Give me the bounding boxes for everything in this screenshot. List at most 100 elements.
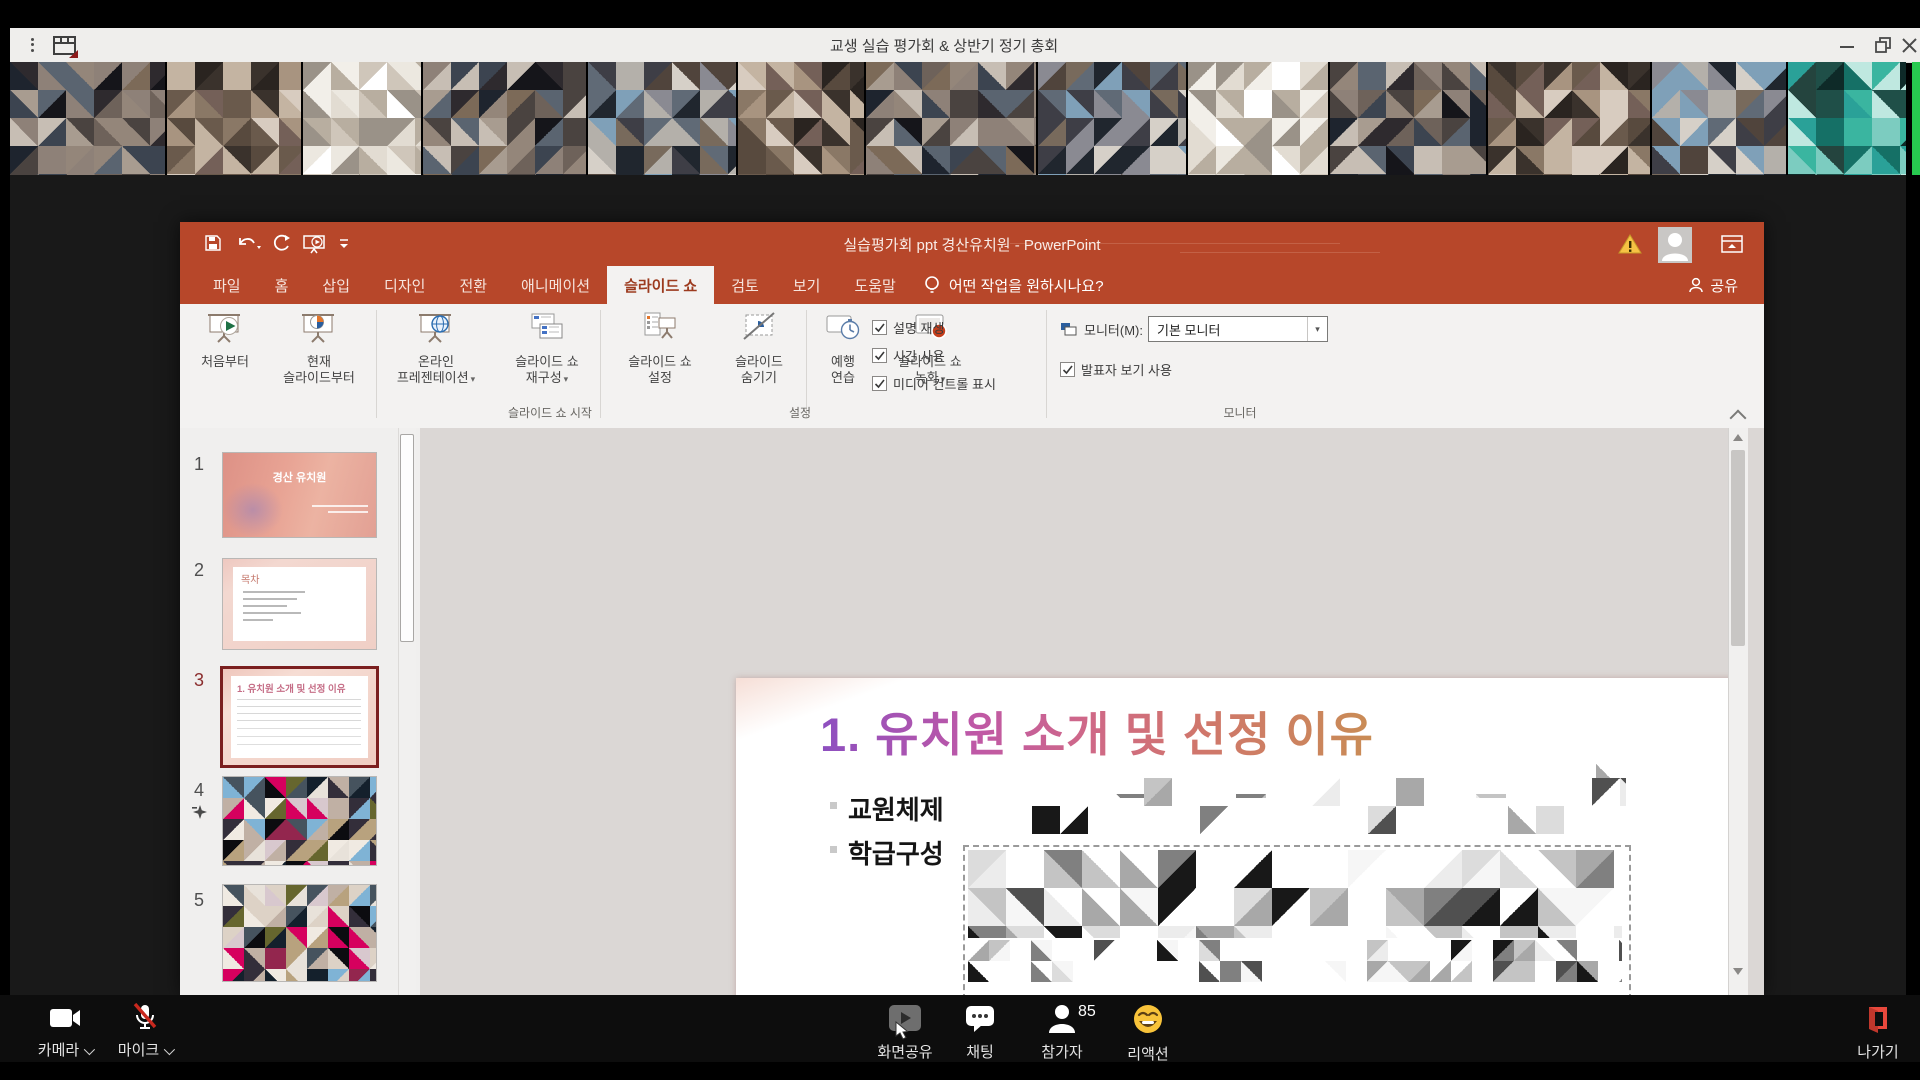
tab-help[interactable]: 도움말 [837,266,912,304]
thumb3-title: 1. 유치원 소개 및 선정 이유 [237,681,367,695]
app-restore-button[interactable] [1872,34,1896,56]
ppt-ribbon-tabs: 파일 홈 삽입 디자인 전환 애니메이션 슬라이드 쇼 검토 보기 도움말 어떤… [180,266,1764,304]
chat-button[interactable]: 채팅 [945,1003,1015,1062]
participant-video-tile[interactable] [1488,62,1651,175]
slide-number: 2 [194,560,204,581]
mic-button-muted[interactable]: 마이크 [100,1003,190,1060]
setup-slideshow-button[interactable]: 슬라이드 쇼설정 [608,310,712,386]
chevron-down-icon [164,1044,175,1055]
meeting-title-bar: 교생 실습 평가회 & 상반기 정기 총회 [0,28,1920,63]
powerpoint-window: 실습평가회 ppt 경산유치원 - PowerPoint 파일 홈 삽입 디자인… [180,222,1764,995]
checkbox-show-media-controls[interactable]: 미디어 컨트롤 표시 [872,374,996,393]
rehearse-icon [825,310,861,346]
panel-scrollbar-thumb[interactable] [400,434,414,642]
slide-canvas: 1. 유치원 소개 및 선정 이유 교원체제 학급구성 시설현황 [420,428,1748,995]
participant-video-tile[interactable] [738,62,864,175]
current-slide[interactable]: 1. 유치원 소개 및 선정 이유 교원체제 학급구성 시설현황 [736,678,1748,995]
participant-video-tile[interactable] [10,62,165,175]
online-presentation-icon [418,310,454,346]
tab-file[interactable]: 파일 [196,266,258,304]
participant-video-tile[interactable] [866,62,1036,175]
slide-thumbnail-3-selected[interactable]: 1. 유치원 소개 및 선정 이유 [220,666,379,768]
slide-thumbnail-2[interactable]: 목차 [222,558,377,650]
from-current-slide-button[interactable]: 현재슬라이드부터 [264,310,374,386]
ppt-content-area: 1 경산 유치원 2 목차 3 1. 유치원 소개 및 선정 이유 [180,428,1764,995]
tell-me-search[interactable]: 어떤 작업을 원하시나요? [913,266,1104,304]
tab-view[interactable]: 보기 [776,266,838,304]
tab-slideshow[interactable]: 슬라이드 쇼 [607,266,714,304]
rehearse-timings-button[interactable]: 예행연습 [812,310,874,386]
slide-thumbnail-panel: 1 경산 유치원 2 목차 3 1. 유치원 소개 및 선정 이유 [180,428,421,995]
lightbulb-icon [921,274,943,296]
checkbox-presenter-view[interactable]: 발표자 보기 사용 [1060,360,1172,379]
slide-number: 3 [194,670,204,691]
reactions-button[interactable]: 리액션 [1110,1003,1186,1064]
warning-icon[interactable] [1618,233,1642,260]
slide-thumbnail-4[interactable] [222,776,377,866]
checkbox-checked-icon [872,376,887,391]
participant-video-tile[interactable] [423,62,586,175]
checkbox-play-narrations[interactable]: 설명 재생 [872,318,944,337]
monitor-select-row: 모니터(M): [1060,320,1143,339]
hide-slide-button[interactable]: 슬라이드숨기기 [716,310,802,386]
slide-number: 4 [194,780,204,801]
scroll-up-arrow[interactable] [1733,434,1743,441]
slide-number: 5 [194,890,204,911]
slide-number: 1 [194,454,204,475]
thumb1-title: 경산 유치원 [223,469,376,485]
tab-home[interactable]: 홈 [258,266,306,304]
collapse-ribbon-icon[interactable] [1730,410,1747,427]
participant-video-tile[interactable] [588,62,736,175]
online-presentation-button[interactable]: 온라인프레젠테이션▾ [380,310,492,387]
gallery-view-icon[interactable] [52,34,78,63]
participant-video-tile[interactable] [1652,62,1785,175]
checkbox-use-timings[interactable]: 시간 사용 [872,346,944,365]
canvas-scrollbar-thumb[interactable] [1731,450,1745,646]
participants-button[interactable]: 85 참가자 [1020,1003,1104,1062]
participant-video-tile[interactable] [303,62,421,175]
screen-share-button-active[interactable]: 화면공유 [860,1003,950,1062]
right-black-bar [1906,175,1920,995]
participant-video-tile[interactable] [1788,62,1906,175]
tab-review[interactable]: 검토 [714,266,776,304]
dropdown-arrow-icon[interactable]: ▾ [1307,317,1327,341]
participant-video-tile[interactable] [1330,62,1485,175]
share-button[interactable]: 공유 [1688,266,1738,304]
checkbox-checked-icon [1060,362,1075,377]
scroll-down-arrow[interactable] [1733,968,1743,975]
app-minimize-button[interactable] [1836,34,1860,56]
custom-slideshow-button[interactable]: 슬라이드 쇼재구성▾ [498,310,596,387]
tab-animations[interactable]: 애니메이션 [504,266,607,304]
person-icon [1047,1003,1077,1033]
active-speaker-border [1912,62,1920,175]
kebab-menu-icon[interactable] [22,35,42,55]
checkbox-checked-icon [872,320,887,335]
tab-insert[interactable]: 삽입 [305,266,367,304]
mouse-cursor [894,1021,910,1041]
slide-thumbnail-1[interactable]: 경산 유치원 [222,452,377,538]
monitor-dropdown[interactable]: 기본 모니터 ▾ [1148,316,1328,342]
chat-icon [964,1003,996,1033]
camera-icon [48,1005,82,1031]
participant-video-tile[interactable] [1188,62,1329,175]
animation-star-icon [192,804,208,825]
thumb2-title: 목차 [241,571,259,586]
participant-video-tile[interactable] [1038,62,1186,175]
person-icon [1688,277,1704,293]
ribbon-display-options-icon[interactable] [1720,234,1744,259]
camera-button[interactable]: 카메라 [20,1005,110,1060]
participant-video-strip[interactable] [10,62,1906,175]
tab-design[interactable]: 디자인 [367,266,442,304]
tell-me-hint[interactable]: 어떤 작업을 원하시나요? [949,275,1104,296]
participant-video-tile[interactable] [167,62,300,175]
group-label-monitor: 모니터 [1200,404,1280,421]
app-close-button[interactable] [1900,34,1920,56]
group-label-setup: 설정 [760,404,840,421]
leave-button[interactable]: 나가기 [1838,1003,1918,1062]
setup-slideshow-icon [642,310,678,346]
account-avatar[interactable] [1658,227,1692,263]
tab-transitions[interactable]: 전환 [442,266,504,304]
laughing-emoji-icon [1132,1003,1164,1035]
slide-thumbnail-5[interactable] [222,884,377,982]
from-beginning-button[interactable]: 처음부터 [188,310,262,370]
